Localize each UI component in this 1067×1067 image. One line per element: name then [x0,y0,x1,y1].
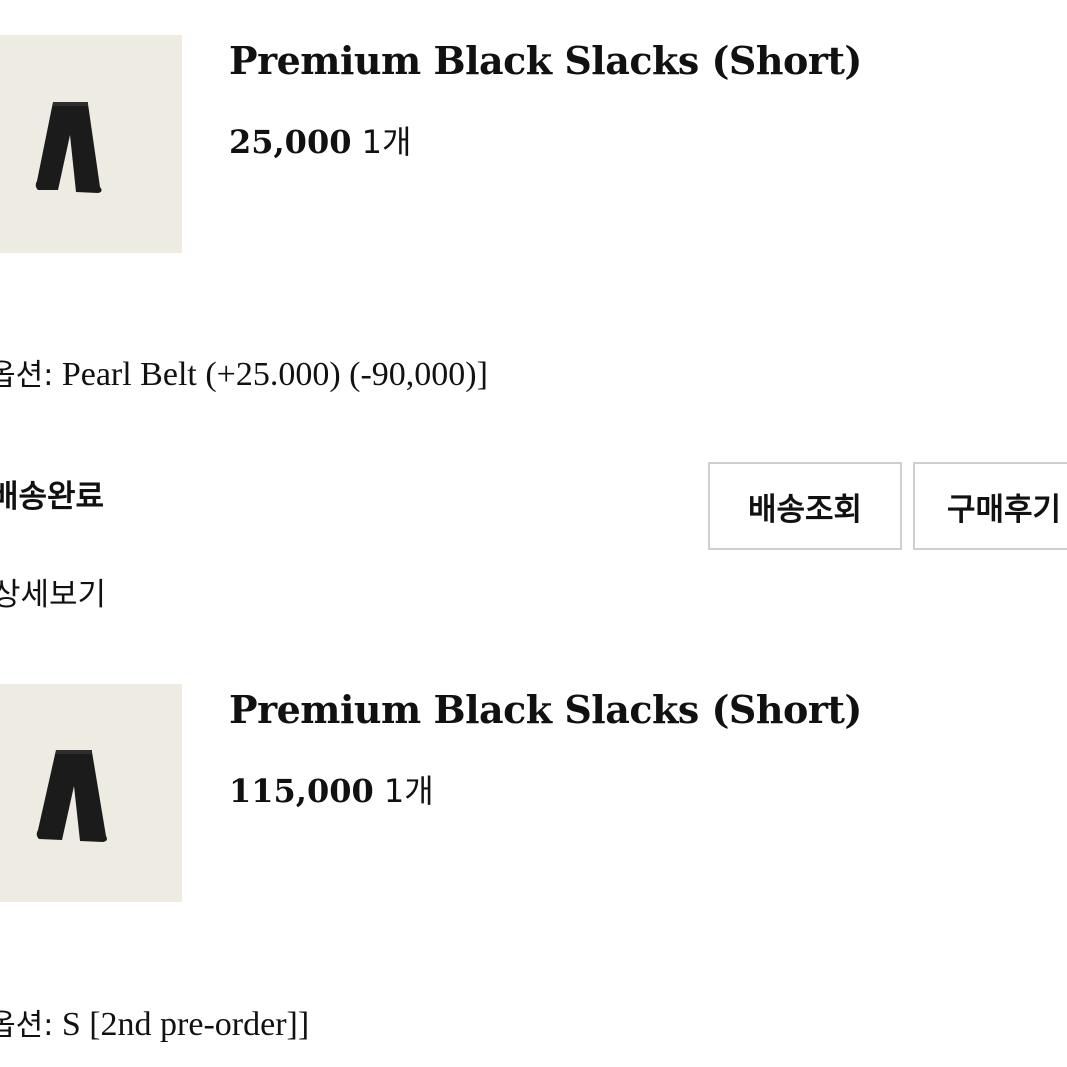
product-thumbnail[interactable] [0,35,182,253]
price-quantity: 25,000 1개 [229,126,411,158]
product-quantity: 1개 [361,123,412,161]
black-slacks-image [0,35,182,253]
product-price: 25,000 [229,123,352,161]
product-thumbnail[interactable] [0,684,182,902]
product-title[interactable]: Premium Black Slacks (Short) [229,42,862,80]
product-price: 115,000 [229,772,374,810]
product-option: 옵션: Pearl Belt (+25.000) (-90,000)] [0,358,488,392]
view-details-link[interactable]: 상세보기 [0,580,106,611]
write-review-button[interactable]: 구매후기 [913,462,1067,550]
option-label: 옵션: [0,358,54,393]
option-label: 옵션: [0,1008,54,1043]
track-delivery-button[interactable]: 배송조회 [708,462,902,550]
option-value: S [2nd pre-order]] [61,1006,310,1043]
delivery-status: 배송완료 [0,479,105,515]
black-slacks-image [0,684,182,902]
product-title[interactable]: Premium Black Slacks (Short) [229,691,862,729]
product-quantity: 1개 [383,772,434,810]
option-value: Pearl Belt (+25.000) (-90,000)] [61,356,488,393]
product-option: 옵션: S [2nd pre-order]] [0,1008,309,1042]
price-quantity: 115,000 1개 [229,775,434,807]
